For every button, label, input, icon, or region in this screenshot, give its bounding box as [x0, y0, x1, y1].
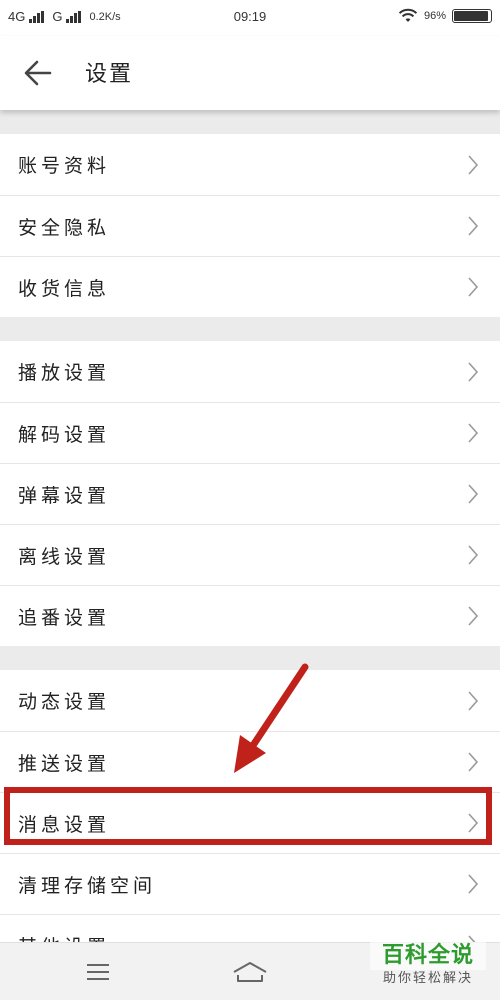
chevron-right-icon [468, 154, 479, 175]
menu-icon[interactable] [84, 960, 112, 984]
settings-item-label: 播放设置 [18, 362, 111, 384]
chevron-right-icon [468, 277, 479, 297]
chevron-right-icon [468, 690, 479, 711]
settings-item-other[interactable]: 其他设置 [0, 914, 500, 942]
settings-item-messages[interactable]: 消息设置 [0, 792, 500, 853]
settings-list: 账号资料 安全隐私 收货信息 播放设置 解码设置 弹幕设置 离线设置 追番设置 … [0, 110, 500, 942]
chevron-right-icon [468, 545, 479, 565]
settings-item-label: 收货信息 [18, 277, 111, 300]
settings-item-security-privacy[interactable]: 安全隐私 [0, 195, 500, 256]
settings-item-label: 安全隐私 [18, 216, 111, 239]
settings-item-offline[interactable]: 离线设置 [0, 524, 500, 585]
chevron-right-icon [468, 216, 479, 236]
app-bar: 设置 [0, 36, 500, 110]
settings-item-label: 账号资料 [18, 155, 111, 177]
page-title: 设置 [85, 62, 134, 87]
settings-item-danmaku[interactable]: 弹幕设置 [0, 463, 500, 524]
settings-item-anime-follow[interactable]: 追番设置 [0, 585, 500, 646]
section-divider [0, 317, 500, 341]
device-status: 96% [398, 8, 492, 24]
chevron-right-icon [468, 752, 479, 772]
watermark: 百科全说 助你轻松解决 [370, 942, 486, 998]
annotation-arrow [234, 663, 309, 773]
settings-item-label: 清理存储空间 [18, 874, 157, 897]
chevron-right-icon [468, 423, 479, 443]
settings-item-label: 追番设置 [18, 606, 111, 629]
settings-item-label: 动态设置 [18, 691, 111, 713]
settings-item-playback[interactable]: 播放设置 [0, 341, 500, 402]
battery-percent: 96% [423, 10, 446, 22]
chevron-right-icon [468, 484, 479, 504]
settings-item-label: 解码设置 [18, 423, 111, 446]
settings-group-account: 账号资料 安全隐私 收货信息 [0, 134, 500, 317]
settings-item-decoding[interactable]: 解码设置 [0, 402, 500, 463]
settings-item-shipping-info[interactable]: 收货信息 [0, 256, 500, 317]
settings-item-label: 其他设置 [18, 932, 110, 943]
chevron-right-icon [468, 606, 479, 626]
chevron-right-icon [468, 874, 479, 894]
status-bar: 4G G 0.2K/s 09:19 96% [0, 0, 500, 36]
battery-icon [452, 9, 492, 23]
settings-item-account-profile[interactable]: 账号资料 [0, 134, 500, 195]
settings-item-label: 推送设置 [18, 752, 111, 775]
settings-item-label: 离线设置 [18, 545, 111, 568]
settings-item-clear-storage[interactable]: 清理存储空间 [0, 853, 500, 914]
chevron-right-icon [468, 935, 476, 942]
chevron-right-icon [468, 361, 479, 382]
settings-group-playback: 播放设置 解码设置 弹幕设置 离线设置 追番设置 [0, 341, 500, 646]
chevron-right-icon [468, 813, 479, 833]
settings-item-label: 消息设置 [18, 813, 111, 836]
wifi-icon [398, 8, 418, 22]
watermark-subtitle: 助你轻松解决 [382, 971, 473, 986]
section-divider [0, 110, 500, 134]
battery-fill [454, 11, 489, 21]
back-button[interactable] [22, 58, 54, 88]
watermark-title: 百科全说 [370, 942, 486, 970]
settings-item-label: 弹幕设置 [18, 484, 111, 507]
back-arrow-icon [24, 60, 52, 86]
home-icon[interactable] [230, 959, 270, 985]
